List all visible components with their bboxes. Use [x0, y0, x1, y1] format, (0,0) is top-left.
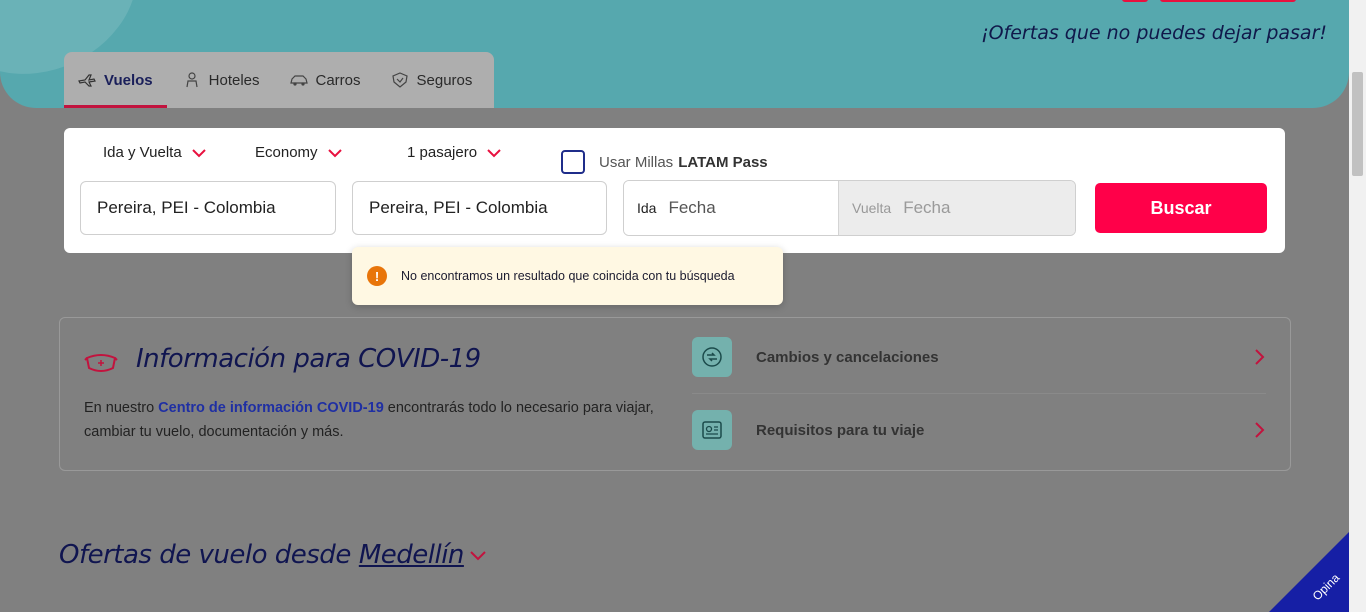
- origin-city-selector[interactable]: Medellín: [359, 540, 465, 570]
- no-results-tooltip: ! No encontramos un resultado que coinci…: [352, 247, 783, 305]
- departure-date-placeholder: Fecha: [668, 198, 716, 217]
- search-button[interactable]: Buscar: [1095, 183, 1267, 233]
- chevron-down-icon: [327, 148, 342, 157]
- chevron-down-icon: [191, 148, 206, 157]
- departure-date-field[interactable]: Ida Fecha: [624, 181, 838, 235]
- passengers-value: 1 pasajero: [407, 144, 478, 161]
- cabin-value: Economy: [255, 144, 318, 161]
- product-tabs: Vuelos Hoteles Carros Seguros: [64, 52, 494, 108]
- chevron-down-icon: [487, 148, 501, 157]
- document-icon-box: [692, 410, 732, 450]
- divider: [692, 393, 1266, 394]
- use-miles-label: Usar Millas: [599, 153, 674, 171]
- changes-cancellations-link[interactable]: Cambios y cancelaciones: [692, 332, 1266, 382]
- latam-pass-label: LATAM Pass: [678, 153, 768, 171]
- scrollbar-thumb[interactable]: [1352, 72, 1363, 176]
- flight-offers-heading: Ofertas de vuelo desde Medellín: [59, 540, 486, 570]
- bellhop-icon: [186, 72, 198, 88]
- tab-label: Seguros: [416, 71, 473, 89]
- date-picker: Ida Fecha Vuelta Fecha: [623, 180, 1076, 236]
- departure-date-label: Ida: [637, 200, 657, 216]
- return-date-field[interactable]: Vuelta Fecha: [838, 181, 1075, 235]
- tab-label: Vuelos: [104, 71, 153, 89]
- travel-requirements-label: Requisitos para tu viaje: [756, 421, 925, 439]
- feedback-tab[interactable]: [1269, 532, 1349, 612]
- covid-description: En nuestro Centro de información COVID-1…: [84, 396, 664, 444]
- document-icon: [702, 421, 722, 439]
- warning-icon: !: [367, 266, 387, 286]
- tab-hoteles[interactable]: Hoteles: [183, 52, 260, 108]
- chevron-right-icon: [1255, 349, 1265, 365]
- destination-field[interactable]: Pereira, PEI - Colombia: [352, 181, 607, 235]
- hero-button-right[interactable]: [1160, 0, 1296, 2]
- passengers-select[interactable]: 1 pasajero: [407, 144, 501, 161]
- chevron-down-icon[interactable]: [470, 550, 486, 561]
- cabin-select[interactable]: Economy: [255, 144, 342, 161]
- covid-center-link[interactable]: Centro de información COVID-19: [158, 400, 384, 416]
- no-results-message: No encontramos un resultado que coincida…: [401, 269, 735, 283]
- changes-cancellations-label: Cambios y cancelaciones: [756, 348, 939, 366]
- car-icon: [289, 75, 308, 86]
- hero-button-left[interactable]: [1122, 0, 1148, 2]
- page-scrollbar[interactable]: [1349, 0, 1366, 612]
- offers-prefix: Ofertas de vuelo desde: [59, 540, 351, 570]
- chevron-right-icon: [1255, 422, 1265, 438]
- exchange-icon-box: [692, 337, 732, 377]
- travel-requirements-link[interactable]: Requisitos para tu viaje: [692, 405, 1266, 455]
- covid-title: Información para COVID-19: [136, 344, 481, 374]
- hero-tagline: ¡Ofertas que no puedes dejar pasar!: [980, 22, 1327, 44]
- return-date-placeholder: Fecha: [903, 198, 951, 217]
- tab-seguros[interactable]: Seguros: [391, 52, 473, 108]
- trip-type-select[interactable]: Ida y Vuelta: [103, 144, 206, 161]
- trip-type-value: Ida y Vuelta: [103, 144, 182, 161]
- tab-label: Carros: [315, 71, 361, 89]
- covid-text-before: En nuestro: [84, 400, 159, 416]
- covid-info-card: Información para COVID-19 En nuestro Cen…: [59, 317, 1291, 471]
- hero-banner: ¡Ofertas que no puedes dejar pasar! Vuel…: [0, 0, 1349, 108]
- use-miles-checkbox[interactable]: [561, 150, 585, 174]
- return-date-label: Vuelta: [852, 200, 892, 216]
- exchange-icon: [702, 347, 722, 367]
- shield-icon: [391, 72, 408, 88]
- face-mask-icon: [84, 354, 118, 372]
- use-miles-option[interactable]: Usar Millas LATAM Pass: [561, 150, 768, 174]
- tab-label: Hoteles: [208, 71, 260, 89]
- tab-carros[interactable]: Carros: [289, 52, 361, 108]
- tab-vuelos[interactable]: Vuelos: [64, 52, 167, 108]
- origin-field[interactable]: Pereira, PEI - Colombia: [80, 181, 336, 235]
- plane-icon: [78, 74, 96, 87]
- flight-search-form: Ida y Vuelta Economy 1 pasajero Usar Mil…: [64, 128, 1285, 253]
